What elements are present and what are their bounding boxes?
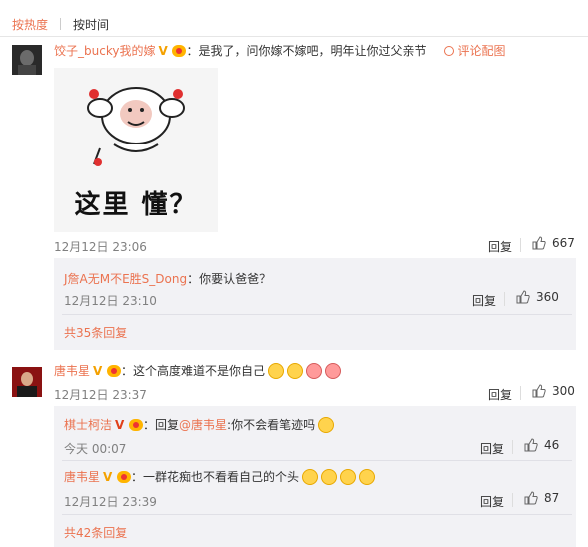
vip-crown-icon <box>129 418 144 431</box>
reply-header: J詹A无M不E胜S_Dong ：你要认爸爸？ <box>64 270 271 287</box>
reply-button[interactable]: 回复 <box>480 440 504 457</box>
verified-v-icon: V <box>93 363 103 378</box>
tab-by-hot[interactable]: 按热度 <box>12 16 48 33</box>
reply-username[interactable]: 唐韦星 <box>64 468 100 485</box>
comment-header: 饺子_bucky我的嫁 V ：是我了，问你嫁不嫁吧，明年让你过父亲节 评论配图 <box>54 42 505 59</box>
tab-separator <box>60 18 62 30</box>
comment-header: 唐韦星 V ：这个高度难道不是你自己 <box>54 362 342 379</box>
thumbs-up-icon <box>516 290 530 304</box>
pig-emoji-icon <box>306 362 323 379</box>
cat-emoji-icon <box>321 468 338 485</box>
action-separator <box>512 493 513 507</box>
vip-crown-icon <box>117 470 132 483</box>
reply-divider <box>62 314 572 315</box>
vip-crown-icon <box>107 364 122 377</box>
avatar[interactable] <box>12 45 42 75</box>
like-button[interactable]: 87 <box>524 491 559 505</box>
action-separator <box>520 238 521 252</box>
comment-text: ：这个高度难道不是你自己 <box>121 364 266 378</box>
verified-v-icon: V <box>158 43 168 58</box>
comment-text: ：是我了，问你嫁不嫁吧，明年让你过父亲节 <box>186 44 427 58</box>
thumbs-up-icon <box>532 236 546 250</box>
smile-emoji-icon <box>359 468 376 485</box>
comment-time: 12月12日 23:06 <box>54 240 147 254</box>
reply-button[interactable]: 回复 <box>488 386 512 403</box>
action-separator <box>520 386 521 400</box>
comment-picture-link[interactable]: 评论配图 <box>444 42 505 59</box>
picture-icon <box>444 45 455 56</box>
comment-username[interactable]: 唐韦星 <box>54 362 90 379</box>
action-separator <box>512 440 513 454</box>
verified-v-icon: V <box>115 417 125 432</box>
like-button[interactable]: 46 <box>524 438 559 452</box>
like-button[interactable]: 360 <box>516 290 559 304</box>
reply-text: ：一群花痴也不看看自己的个头 <box>131 470 300 484</box>
comment-picture[interactable]: 这里 懂？ <box>54 68 218 232</box>
verified-v-icon: V <box>103 469 113 484</box>
like-count: 87 <box>544 491 560 505</box>
comment-time: 12月12日 23:37 <box>54 388 147 402</box>
reply-button[interactable]: 回复 <box>488 238 512 255</box>
reply-text: ：你要认爸爸？ <box>187 272 272 286</box>
tab-by-time[interactable]: 按时间 <box>73 16 109 33</box>
reply-text: :你不会看笔迹吗 <box>227 418 316 432</box>
reply-divider <box>62 514 572 515</box>
reply-header: 唐韦星 V ：一群花痴也不看看自己的个头 <box>64 468 376 485</box>
avatar-image <box>12 367 42 397</box>
like-count: 667 <box>552 236 575 250</box>
like-count: 46 <box>544 438 560 452</box>
laugh-emoji-icon <box>318 416 335 433</box>
more-replies-link[interactable]: 共35条回复 <box>64 324 127 341</box>
pig-emoji-icon <box>325 362 342 379</box>
like-button[interactable]: 300 <box>532 384 575 398</box>
grin-emoji-icon <box>268 362 285 379</box>
like-button[interactable]: 667 <box>532 236 575 250</box>
comment-picture-link-label: 评论配图 <box>457 44 506 58</box>
avatar[interactable] <box>12 367 42 397</box>
reply-username[interactable]: J詹A无M不E胜S_Dong <box>64 270 187 287</box>
smile-emoji-icon <box>340 468 357 485</box>
tabs-divider <box>0 36 588 37</box>
action-separator <box>504 292 505 306</box>
meme-caption: 这里 懂？ <box>74 190 198 220</box>
sort-tabs: 按热度 按时间 <box>12 14 109 34</box>
reply-time: 今天 00:07 <box>64 442 127 456</box>
reply-username[interactable]: 棋士柯洁 <box>64 416 112 433</box>
like-count: 300 <box>552 384 575 398</box>
reply-button[interactable]: 回复 <box>480 493 504 510</box>
meme-face-illustration <box>87 87 185 166</box>
thumbs-up-icon <box>532 384 546 398</box>
reply-divider <box>62 460 572 461</box>
thumbs-up-icon <box>524 438 538 452</box>
cat-emoji-icon <box>302 468 319 485</box>
reply-header: 棋士柯洁 V ：回复 @唐韦星 :你不会看笔迹吗 <box>64 416 335 433</box>
reply-time: 12月12日 23:10 <box>64 294 157 308</box>
reply-time: 12月12日 23:39 <box>64 495 157 509</box>
reply-button[interactable]: 回复 <box>472 292 496 309</box>
comment-username[interactable]: 饺子_bucky我的嫁 <box>54 42 155 59</box>
reply-text-prefix: ：回复 <box>143 418 180 432</box>
vip-crown-icon <box>172 44 187 57</box>
more-replies-link[interactable]: 共42条回复 <box>64 524 127 541</box>
avatar-image <box>12 45 42 75</box>
grin-emoji-icon <box>287 362 304 379</box>
thumbs-up-icon <box>524 491 538 505</box>
mention-link[interactable]: @唐韦星 <box>179 416 227 433</box>
like-count: 360 <box>536 290 559 304</box>
